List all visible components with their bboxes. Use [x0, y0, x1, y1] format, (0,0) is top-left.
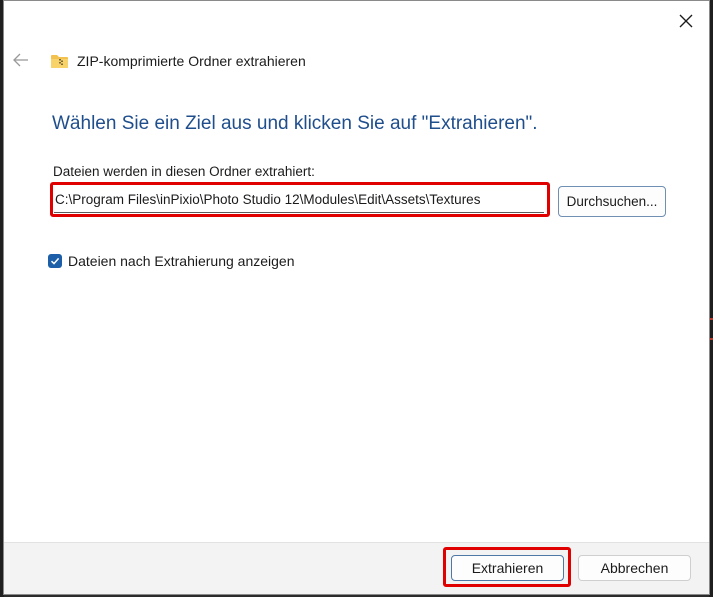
close-icon [679, 14, 693, 28]
cancel-button[interactable]: Abbrechen [578, 555, 691, 581]
checkmark-icon [50, 257, 60, 265]
browse-button[interactable]: Durchsuchen... [558, 186, 666, 217]
extract-dialog: ZIP-komprimierte Ordner extrahieren Wähl… [3, 0, 710, 595]
destination-label: Dateien werden in diesen Ordner extrahie… [53, 164, 315, 179]
page-heading: Wählen Sie ein Ziel aus und klicken Sie … [52, 113, 538, 134]
zip-folder-icon [51, 55, 68, 68]
show-files-checkbox-row[interactable]: Dateien nach Extrahierung anzeigen [48, 251, 295, 271]
dialog-header: ZIP-komprimierte Ordner extrahieren [50, 50, 306, 72]
extract-button[interactable]: Extrahieren [451, 555, 564, 581]
destination-path-input[interactable] [54, 187, 544, 213]
close-button[interactable] [671, 7, 701, 35]
dialog-title: ZIP-komprimierte Ordner extrahieren [77, 53, 306, 69]
show-files-label: Dateien nach Extrahierung anzeigen [68, 253, 295, 269]
back-button[interactable] [10, 49, 32, 71]
arrow-left-icon [13, 53, 28, 67]
show-files-checkbox[interactable] [48, 254, 62, 268]
